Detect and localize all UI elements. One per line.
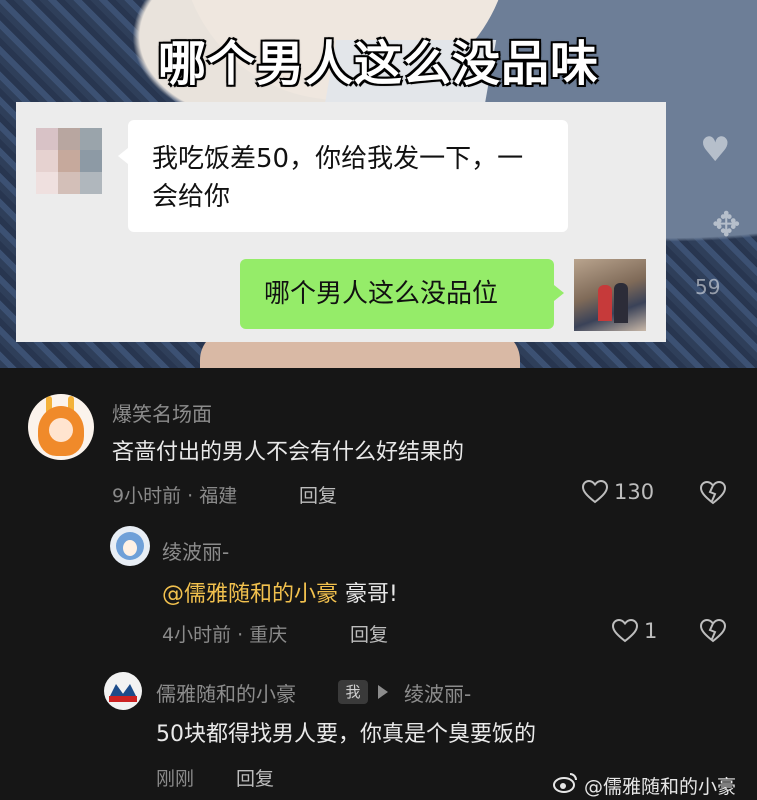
chat-screenshot: 我吃饭差50，你给我发一下，一会给你 哪个男人这么没品位 — [16, 102, 666, 342]
comment-text: 吝啬付出的男人不会有什么好结果的 — [112, 440, 465, 465]
reply-button[interactable]: 回复 — [299, 481, 337, 508]
user-mention[interactable]: @儒雅随和的小豪 — [162, 582, 338, 607]
reply-to-username[interactable]: 绫波丽- — [404, 678, 471, 707]
weibo-watermark: @儒雅随和的小豪 — [552, 772, 736, 799]
comment-time-location: 9小时前 · 福建 — [112, 485, 238, 507]
avatar[interactable] — [110, 526, 150, 566]
reply-button[interactable]: 回复 — [350, 620, 388, 647]
comment-text: 50块都得找男人要，你真是个臭要饭的 — [156, 722, 536, 747]
dislike-heart-icon — [700, 619, 726, 643]
dislike-button[interactable] — [700, 481, 726, 505]
like-count: 130 — [614, 480, 655, 504]
video-frame: ♥ ✥ 59 哪个男人这么没品味 我吃饭差50，你给我发一下，一会给你 哪个男人… — [0, 0, 757, 368]
heart-outline-icon — [582, 480, 608, 504]
avatar[interactable] — [104, 672, 142, 710]
video-headline: 哪个男人这么没品味 — [157, 36, 599, 92]
comment-username[interactable]: 爆笑名场面 — [112, 398, 212, 427]
avatar[interactable] — [28, 394, 94, 460]
comment-text: @儒雅随和的小豪 豪哥! — [162, 582, 398, 607]
comment-time-location: 4小时前 · 重庆 — [162, 624, 288, 646]
weibo-icon — [552, 772, 578, 799]
like-button[interactable]: 130 — [582, 480, 654, 504]
me-badge: 我 — [338, 680, 368, 704]
pattern-deco-icon: ✥ — [712, 205, 741, 245]
reply-arrow-icon — [378, 685, 388, 699]
watermark-text: @儒雅随和的小豪 — [584, 776, 737, 798]
comment-username[interactable]: 儒雅随和的小豪 — [156, 678, 296, 707]
sender-avatar — [574, 259, 646, 331]
overlay-number: 59 — [695, 275, 721, 299]
like-button[interactable]: 1 — [612, 619, 657, 643]
dislike-button[interactable] — [700, 619, 726, 643]
heart-outline-icon — [612, 619, 638, 643]
like-count: 1 — [644, 619, 658, 643]
comment-section: 爆笑名场面 吝啬付出的男人不会有什么好结果的 9小时前 · 福建 回复 130 … — [0, 368, 757, 800]
comment-username[interactable]: 绫波丽- — [162, 536, 229, 565]
blurred-avatar — [36, 128, 102, 194]
chat-bubble-received: 我吃饭差50，你给我发一下，一会给你 — [118, 120, 568, 232]
chat-bubble-sent: 哪个男人这么没品位 — [240, 259, 564, 329]
comment-time: 刚刚 — [156, 768, 195, 790]
dislike-heart-icon — [700, 481, 726, 505]
heart-deco-icon: ♥ — [700, 130, 731, 170]
reply-button[interactable]: 回复 — [236, 764, 274, 791]
